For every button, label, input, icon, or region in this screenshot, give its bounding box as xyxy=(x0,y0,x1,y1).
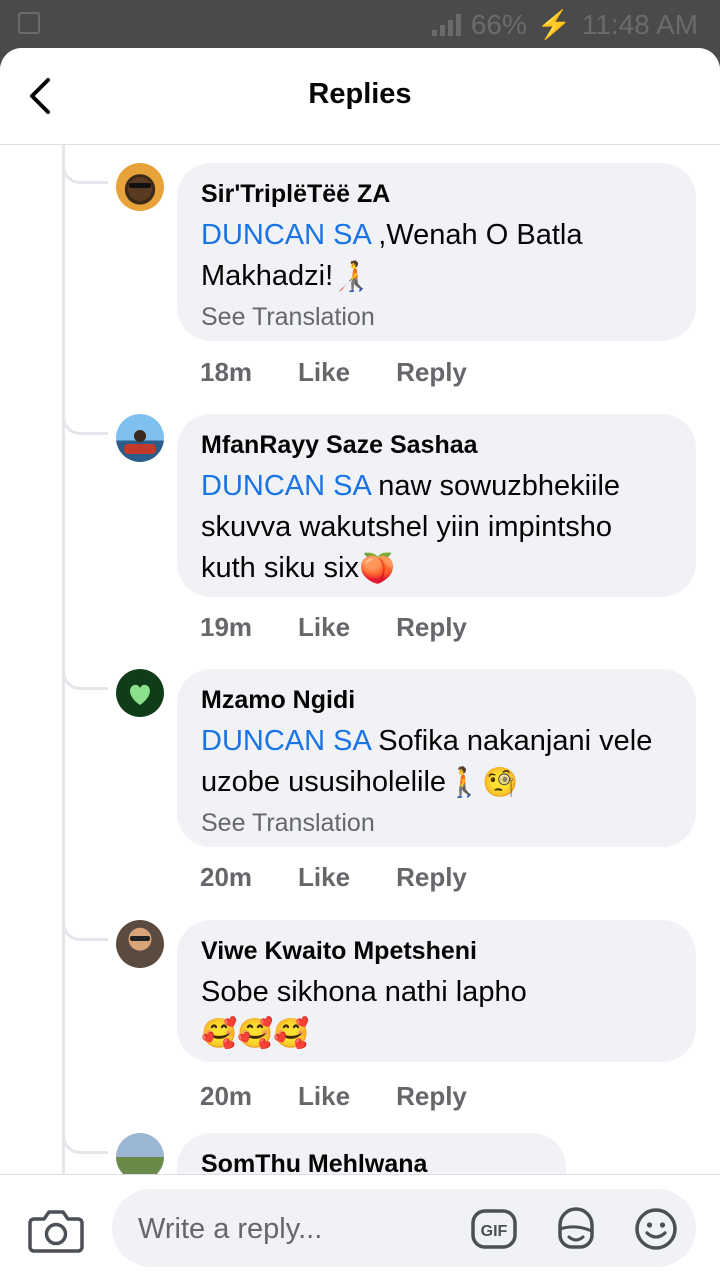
comment-bubble[interactable]: Viwe Kwaito Mpetsheni Sobe sikhona nathi… xyxy=(177,920,696,1062)
avatar[interactable] xyxy=(116,920,164,968)
reply-button[interactable]: Reply xyxy=(396,862,467,893)
mention-link[interactable]: DUNCAN SA xyxy=(201,219,370,251)
see-translation-link[interactable]: See Translation xyxy=(201,300,672,334)
emoji: 🍑 xyxy=(358,552,396,585)
comment-bubble[interactable]: SomThu Mehlwana xyxy=(177,1133,566,1174)
like-button[interactable]: Like xyxy=(298,862,350,893)
sticker-button[interactable] xyxy=(552,1205,600,1253)
emoji: 🚶🧐 xyxy=(446,766,519,799)
reply-button[interactable]: Reply xyxy=(396,612,467,643)
comment-time: 20m xyxy=(200,1081,253,1111)
comment-author[interactable]: Mzamo Ngidi xyxy=(201,683,672,717)
comment-bubble[interactable]: MfanRayy Saze Sashaa DUNCAN SA naw sowuz… xyxy=(177,414,696,597)
comment-text: Sobe sikhona nathi lapho 🥰🥰🥰 xyxy=(201,972,672,1055)
thread-connector xyxy=(62,144,108,184)
avatar[interactable] xyxy=(116,669,164,717)
avatar-image xyxy=(130,684,150,705)
reply-button[interactable]: Reply xyxy=(396,357,467,388)
comment-actions: 20m Like Reply xyxy=(200,1081,467,1112)
comment-bubble[interactable]: Mzamo Ngidi DUNCAN SA Sofika nakanjani v… xyxy=(177,669,696,847)
comment-time: 19m xyxy=(200,612,253,642)
mention-link[interactable]: DUNCAN SA xyxy=(201,470,370,502)
emoji-button[interactable] xyxy=(632,1205,680,1253)
avatar-image xyxy=(124,430,156,454)
comment-text: DUNCAN SA naw sowuzbhekiile skuvva wakut… xyxy=(201,466,672,590)
avatar[interactable] xyxy=(116,414,164,462)
avatar[interactable] xyxy=(116,1133,164,1174)
avatar-image xyxy=(128,177,152,201)
battery-level: 66% xyxy=(470,8,527,40)
thread-connector xyxy=(62,1114,108,1154)
page-title: Replies xyxy=(308,78,412,110)
comment-actions: 18m Like Reply xyxy=(200,357,467,388)
reply-thread[interactable]: Sir'TriplëTëë ZA DUNCAN SA ,Wenah O Batl… xyxy=(0,144,720,1174)
gif-button[interactable]: GIF xyxy=(470,1205,518,1253)
reply-input[interactable] xyxy=(136,1189,460,1269)
camera-icon xyxy=(28,1210,84,1253)
comment-actions: 19m Like Reply xyxy=(200,612,467,643)
replies-sheet: Replies Sir'TriplëTëë ZA DUNCAN SA ,Wena… xyxy=(0,48,720,1280)
reply-button[interactable]: Reply xyxy=(396,1081,467,1112)
comment-author[interactable]: SomThu Mehlwana xyxy=(201,1147,542,1174)
charging-icon: ⚡ xyxy=(536,9,572,40)
mention-link[interactable]: DUNCAN SA xyxy=(201,725,370,757)
comment-author[interactable]: Viwe Kwaito Mpetsheni xyxy=(201,934,672,968)
comment-time: 18m xyxy=(200,357,253,387)
gif-icon: GIF xyxy=(471,1209,517,1249)
thread-connector xyxy=(62,395,108,435)
reply-composer: GIF xyxy=(0,1174,720,1280)
clock: 11:48 AM xyxy=(581,8,698,40)
reply-field[interactable]: GIF xyxy=(112,1189,696,1269)
thread-connector xyxy=(62,901,108,941)
comment-text: DUNCAN SA ,Wenah O Batla Makhadzi!🧑‍🦯 xyxy=(201,215,672,298)
emoji: 🧑‍🦯 xyxy=(333,260,370,293)
header: Replies xyxy=(0,48,720,145)
like-button[interactable]: Like xyxy=(298,1081,350,1112)
comment-text: DUNCAN SA Sofika nakanjani vele uzobe us… xyxy=(201,721,672,804)
signal-icon xyxy=(431,13,461,36)
comment-actions: 20m Like Reply xyxy=(200,862,467,893)
like-button[interactable]: Like xyxy=(298,612,350,643)
avatar-image xyxy=(130,936,150,941)
comment-author[interactable]: MfanRayy Saze Sashaa xyxy=(201,428,672,462)
comment-bubble[interactable]: Sir'TriplëTëë ZA DUNCAN SA ,Wenah O Batl… xyxy=(177,163,696,341)
thread-connector xyxy=(62,650,108,690)
smiley-icon xyxy=(635,1208,677,1250)
camera-button[interactable] xyxy=(28,1205,84,1255)
comment-author[interactable]: Sir'TriplëTëë ZA xyxy=(201,177,672,211)
svg-text:GIF: GIF xyxy=(481,1223,508,1240)
comment-time: 20m xyxy=(200,862,253,892)
like-button[interactable]: Like xyxy=(298,357,350,388)
see-translation-link[interactable]: See Translation xyxy=(201,806,672,840)
gallery-notification-icon xyxy=(18,12,40,34)
emoji: 🥰🥰🥰 xyxy=(201,1017,310,1050)
status-bar: 66% ⚡ 11:48 AM xyxy=(0,0,720,48)
avatar[interactable] xyxy=(116,163,164,211)
sticker-icon xyxy=(558,1207,594,1249)
